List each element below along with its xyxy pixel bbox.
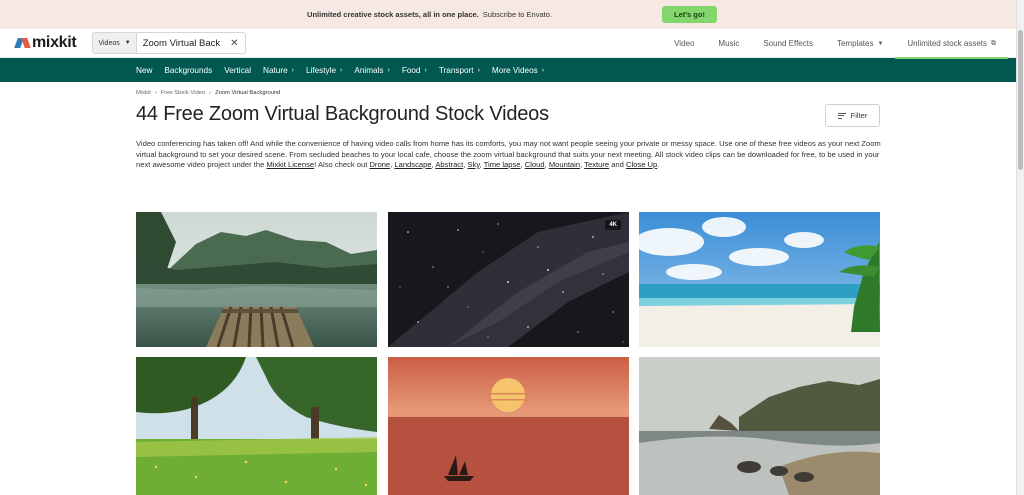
breadcrumb: Mixkit › Free Stock Video › Zoom Virtual… [136,90,280,96]
category-more-videos-label: More Videos [491,65,538,75]
category-animals-label: Animals [354,65,384,75]
video-card-meadow-trees[interactable] [136,357,377,495]
video-thumbnail [388,357,629,495]
nav-video[interactable]: Video [662,29,706,58]
filter-label: Filter [850,111,868,120]
breadcrumb-mixkit[interactable]: Mixkit [136,90,151,96]
tag-mountain-link[interactable]: Mountain [549,160,580,169]
breadcrumb-current: Zoom Virtual Background [215,90,281,96]
filter-button[interactable]: Filter [825,104,880,127]
site-header: mixkit Videos ▼ Zoom Virtual Back ✕ Vide… [0,29,1024,59]
search-type-dropdown[interactable]: Videos ▼ [93,33,137,53]
description-end: . [657,160,660,169]
mixkit-logo[interactable]: mixkit [14,34,77,52]
video-quality-badge: 4K [605,220,621,230]
tag-landscape-link[interactable]: Landscape [394,160,431,169]
category-food-label: Food [401,65,421,75]
page-title: 44 Free Zoom Virtual Background Stock Vi… [136,103,549,125]
video-card-tropical-beach[interactable] [639,212,880,347]
video-card-night-sky[interactable]: 4K [388,212,629,347]
nav-templates-label: Templates [836,39,874,48]
promo-cta-button[interactable]: Let's go! [662,6,717,23]
page: Unlimited creative stock assets, all in … [0,0,1024,495]
tag-cloud-link[interactable]: Cloud [525,160,545,169]
category-transport[interactable]: Transport › [439,66,480,75]
category-vertical[interactable]: Vertical [224,66,251,75]
nav-unlimited-stock-assets[interactable]: Unlimited stock assets ⧉ [895,30,1008,59]
breadcrumb-free-stock-video[interactable]: Free Stock Video [161,90,205,96]
mixkit-license-link[interactable]: Mixkit License [266,160,314,169]
category-nature[interactable]: Nature › [263,66,294,75]
chevron-right-icon: › [291,66,294,74]
category-food[interactable]: Food › [402,66,427,75]
caret-down-icon: ▼ [877,40,884,47]
search-input[interactable]: Zoom Virtual Back [137,38,223,49]
tag-sky-link[interactable]: Sky [467,160,479,169]
video-thumbnail [136,212,377,347]
tag-abstract-link[interactable]: Abstract [435,160,463,169]
breadcrumb-separator: › [154,90,157,96]
category-nature-label: Nature [263,65,288,75]
main-nav: Video Music Sound Effects Templates ▼ Unl… [662,29,1008,59]
category-lifestyle-label: Lifestyle [305,65,337,75]
nav-music[interactable]: Music [706,29,751,58]
logo-mark-icon [14,38,31,48]
category-bar: New Backgrounds Vertical Nature › Lifesty… [0,58,1024,82]
chevron-right-icon: › [424,66,427,74]
tag-time-lapse-link[interactable]: Time lapse [484,160,521,169]
chevron-right-icon: › [477,66,480,74]
clear-search-icon[interactable]: ✕ [223,38,245,49]
tag-drone-link[interactable]: Drone [369,160,390,169]
external-link-icon: ⧉ [991,39,996,47]
description-also: ! Also check out [314,160,368,169]
breadcrumb-separator: › [209,90,212,96]
logo-text: mixkit [32,34,77,51]
nav-templates[interactable]: Templates ▼ [825,29,895,58]
chevron-right-icon: › [387,66,390,74]
category-more-videos[interactable]: More Videos › [492,66,544,75]
scrollbar-thumb[interactable] [1018,30,1023,170]
category-animals[interactable]: Animals › [354,66,389,75]
category-new[interactable]: New [136,66,152,75]
description-and: and [611,160,624,169]
search-type-label: Videos [98,39,120,47]
tag-texture-link[interactable]: Texture [584,160,609,169]
promo-subtext[interactable]: Subscribe to Envato. [483,10,552,19]
video-thumbnail [388,212,629,347]
nav-unlimited-label: Unlimited stock assets [907,39,987,48]
promo-headline: Unlimited creative stock assets, all in … [307,10,479,19]
promo-banner: Unlimited creative stock assets, all in … [0,0,1024,29]
video-card-sunset-sailboat[interactable] [388,357,629,495]
chevron-right-icon: › [340,66,343,74]
filter-icon [837,112,846,119]
category-lifestyle[interactable]: Lifestyle › [306,66,342,75]
video-card-lake-raft[interactable] [136,212,377,347]
nav-sound-effects[interactable]: Sound Effects [751,29,825,58]
video-thumbnail [639,357,880,495]
category-backgrounds[interactable]: Backgrounds [164,66,212,75]
video-thumbnail [639,212,880,347]
chevron-right-icon: › [541,66,545,74]
category-transport-label: Transport [438,65,474,75]
tag-close-up-link[interactable]: Close Up [626,160,657,169]
video-thumbnail [136,357,377,495]
search-bar: Videos ▼ Zoom Virtual Back ✕ [92,32,247,54]
video-card-rocky-coast[interactable] [639,357,880,495]
caret-down-icon: ▼ [124,40,131,46]
page-description: Video conferencing has taken off! And wh… [136,139,881,169]
